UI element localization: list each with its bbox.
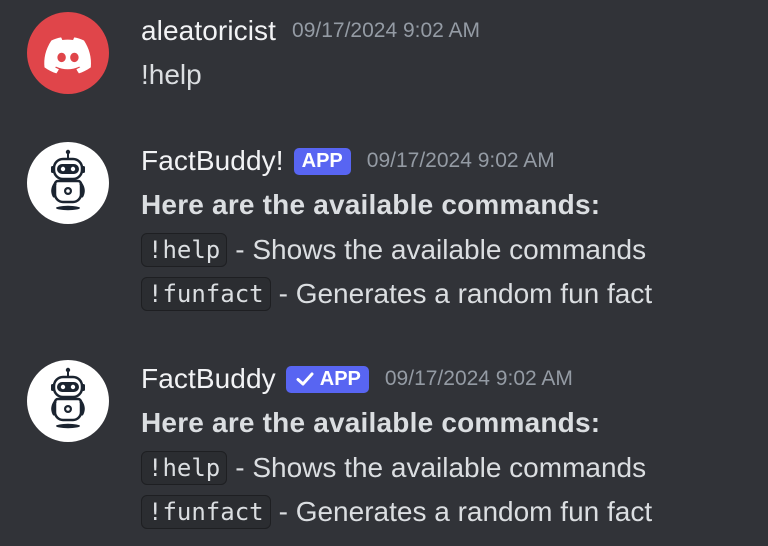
commands-heading: Here are the available commands:	[141, 407, 601, 438]
timestamp: 09/17/2024 9:02 AM	[366, 149, 555, 172]
command-row: !funfact - Generates a random fun fact	[141, 493, 652, 531]
username[interactable]: FactBuddy	[141, 363, 276, 395]
checkmark-icon	[296, 372, 314, 386]
username[interactable]: FactBuddy!	[141, 145, 284, 177]
robot-icon	[51, 367, 85, 429]
command-code: !help	[141, 451, 228, 485]
username[interactable]: aleatoricist	[141, 15, 276, 47]
timestamp: 09/17/2024 9:02 AM	[384, 367, 573, 390]
message-factbuddy-2: FactBuddy APP 09/17/2024 9:02 AM Here ar…	[0, 338, 768, 546]
command-row: !help - Shows the available commands	[141, 449, 646, 487]
robot-icon	[51, 149, 85, 211]
command-row: !help - Shows the available commands	[141, 231, 646, 269]
user-avatar[interactable]	[27, 12, 109, 94]
bot-avatar[interactable]	[27, 142, 109, 224]
commands-heading: Here are the available commands:	[141, 189, 601, 220]
command-description: - Shows the available commands	[235, 234, 647, 265]
discord-logo-icon	[44, 37, 92, 74]
badge-label: APP	[301, 149, 343, 172]
command-description: - Generates a random fun fact	[278, 278, 653, 309]
bot-avatar[interactable]	[27, 360, 109, 442]
badge-label: APP	[319, 367, 361, 390]
verified-app-badge: APP	[285, 365, 369, 393]
message-header: FactBuddy APP 09/17/2024 9:02 AM	[141, 363, 573, 395]
message-header: FactBuddy! APP 09/17/2024 9:02 AM	[141, 145, 555, 177]
command-code: !funfact	[141, 277, 271, 311]
message-aleatoricist: aleatoricist 09/17/2024 9:02 AM !help	[0, 0, 768, 120]
app-badge: APP	[293, 147, 351, 175]
message-text: !help	[141, 59, 202, 90]
message-factbuddy-1: FactBuddy! APP 09/17/2024 9:02 AM Here a…	[0, 120, 768, 330]
command-row: !funfact - Generates a random fun fact	[141, 275, 652, 313]
command-description: - Shows the available commands	[235, 452, 647, 483]
command-code: !help	[141, 233, 228, 267]
message-header: aleatoricist 09/17/2024 9:02 AM	[141, 15, 480, 47]
command-description: - Generates a random fun fact	[278, 496, 653, 527]
command-code: !funfact	[141, 495, 271, 529]
timestamp: 09/17/2024 9:02 AM	[292, 19, 481, 42]
